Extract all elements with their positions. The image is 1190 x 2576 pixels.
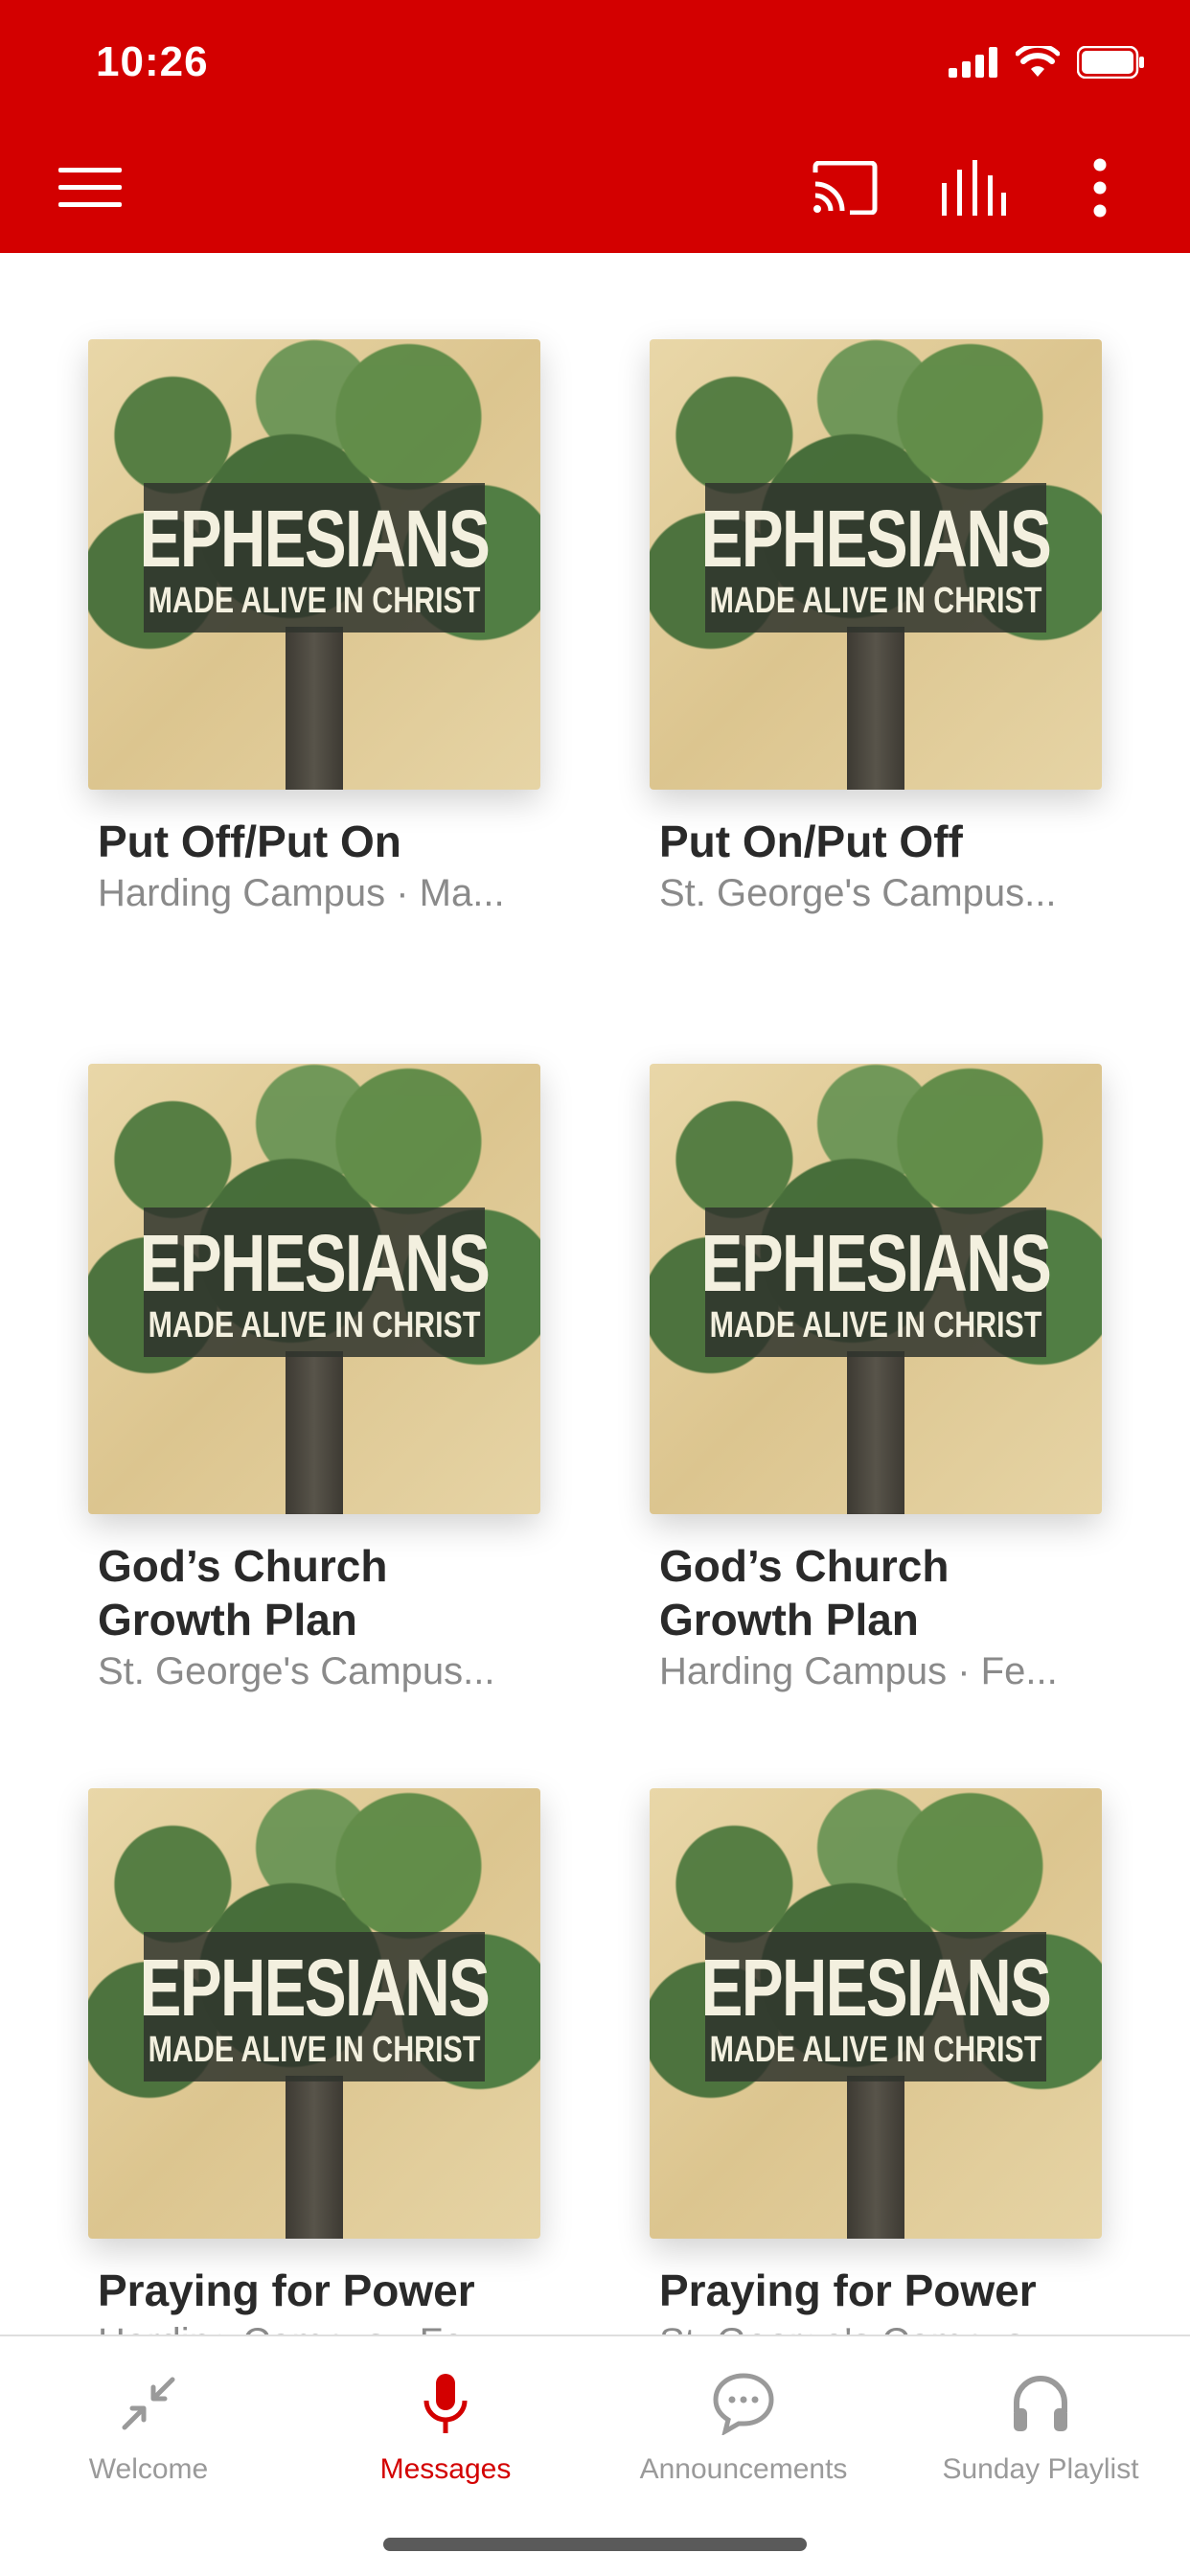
status-time: 10:26 [96, 38, 209, 85]
message-title: Put On/Put Off [659, 816, 963, 866]
app-header: 10:26 [0, 0, 1190, 253]
tab-label: Messages [379, 2453, 512, 2485]
artwork-title: EPHESIANS [700, 1943, 1052, 2033]
artwork-title: EPHESIANS [139, 494, 491, 584]
artwork-subtitle: MADE ALIVE IN CHRIST [709, 581, 1042, 621]
artwork-subtitle: MADE ALIVE IN CHRIST [148, 2030, 481, 2070]
series-artwork: EPHESIANS MADE ALIVE IN CHRIST [650, 1064, 1102, 1514]
audio-button[interactable] [935, 153, 1012, 222]
message-title: God’s Church Growth Plan [98, 1541, 388, 1644]
artwork-subtitle: MADE ALIVE IN CHRIST [148, 581, 481, 621]
artwork-subtitle: MADE ALIVE IN CHRIST [709, 2030, 1042, 2070]
series-artwork: EPHESIANS MADE ALIVE IN CHRIST [88, 339, 540, 790]
tab-label: Welcome [88, 2453, 209, 2485]
series-artwork: EPHESIANS MADE ALIVE IN CHRIST [88, 1788, 540, 2239]
message-subtitle: Harding Campus · Fe... [659, 1650, 1058, 1692]
tab-messages[interactable]: Messages [297, 2336, 594, 2509]
artwork-title: EPHESIANS [700, 494, 1052, 584]
cast-button[interactable] [807, 153, 883, 222]
series-artwork: EPHESIANS MADE ALIVE IN CHRIST [650, 339, 1102, 790]
message-card[interactable]: EPHESIANS MADE ALIVE IN CHRIST Put Off/P… [88, 339, 540, 918]
tab-label: Announcements [639, 2453, 848, 2485]
equalizer-icon [942, 160, 1006, 216]
signal-icon [949, 47, 997, 78]
message-card[interactable]: EPHESIANS MADE ALIVE IN CHRIST God’s Chu… [650, 1064, 1102, 1696]
message-subtitle: St. George's Campus... [659, 872, 1057, 914]
tab-welcome[interactable]: Welcome [0, 2336, 297, 2509]
message-title: Praying for Power [98, 2266, 475, 2315]
compress-arrows-icon [122, 2377, 175, 2430]
artwork-title: EPHESIANS [139, 1218, 491, 1308]
message-title: God’s Church Growth Plan [659, 1541, 950, 1644]
series-artwork: EPHESIANS MADE ALIVE IN CHRIST [88, 1064, 540, 1514]
cast-icon [812, 161, 878, 215]
message-card[interactable]: EPHESIANS MADE ALIVE IN CHRIST God’s Chu… [88, 1064, 540, 1696]
tab-label: Sunday Playlist [942, 2453, 1139, 2485]
artwork-title: EPHESIANS [700, 1218, 1052, 1308]
chat-bubble-icon [713, 2373, 774, 2435]
wifi-icon [1016, 46, 1060, 77]
message-subtitle: Harding Campus · Ma... [98, 872, 505, 914]
tab-announcements[interactable]: Announcements [595, 2336, 892, 2509]
message-title: Put Off/Put On [98, 816, 401, 866]
more-button[interactable] [1062, 153, 1138, 222]
menu-button[interactable] [52, 153, 128, 222]
artwork-title: EPHESIANS [139, 1943, 491, 2033]
battery-icon [1077, 46, 1144, 79]
microphone-icon [423, 2374, 468, 2433]
artwork-subtitle: MADE ALIVE IN CHRIST [148, 1305, 481, 1346]
message-card[interactable]: EPHESIANS MADE ALIVE IN CHRIST Praying f… [650, 1788, 1102, 2367]
series-artwork: EPHESIANS MADE ALIVE IN CHRIST [650, 1788, 1102, 2239]
hamburger-menu-icon [58, 168, 122, 207]
headphones-icon [1014, 2376, 1067, 2431]
message-subtitle: St. George's Campus... [98, 1650, 495, 1692]
message-title: Praying for Power [659, 2266, 1037, 2315]
tab-sunday-playlist[interactable]: Sunday Playlist [892, 2336, 1189, 2509]
home-indicator [383, 2538, 807, 2551]
more-vertical-icon [1093, 158, 1107, 218]
artwork-subtitle: MADE ALIVE IN CHRIST [709, 1305, 1042, 1346]
message-card[interactable]: EPHESIANS MADE ALIVE IN CHRIST Put On/Pu… [650, 339, 1102, 918]
status-icons [949, 46, 1146, 79]
message-card[interactable]: EPHESIANS MADE ALIVE IN CHRIST Praying f… [88, 1788, 540, 2367]
